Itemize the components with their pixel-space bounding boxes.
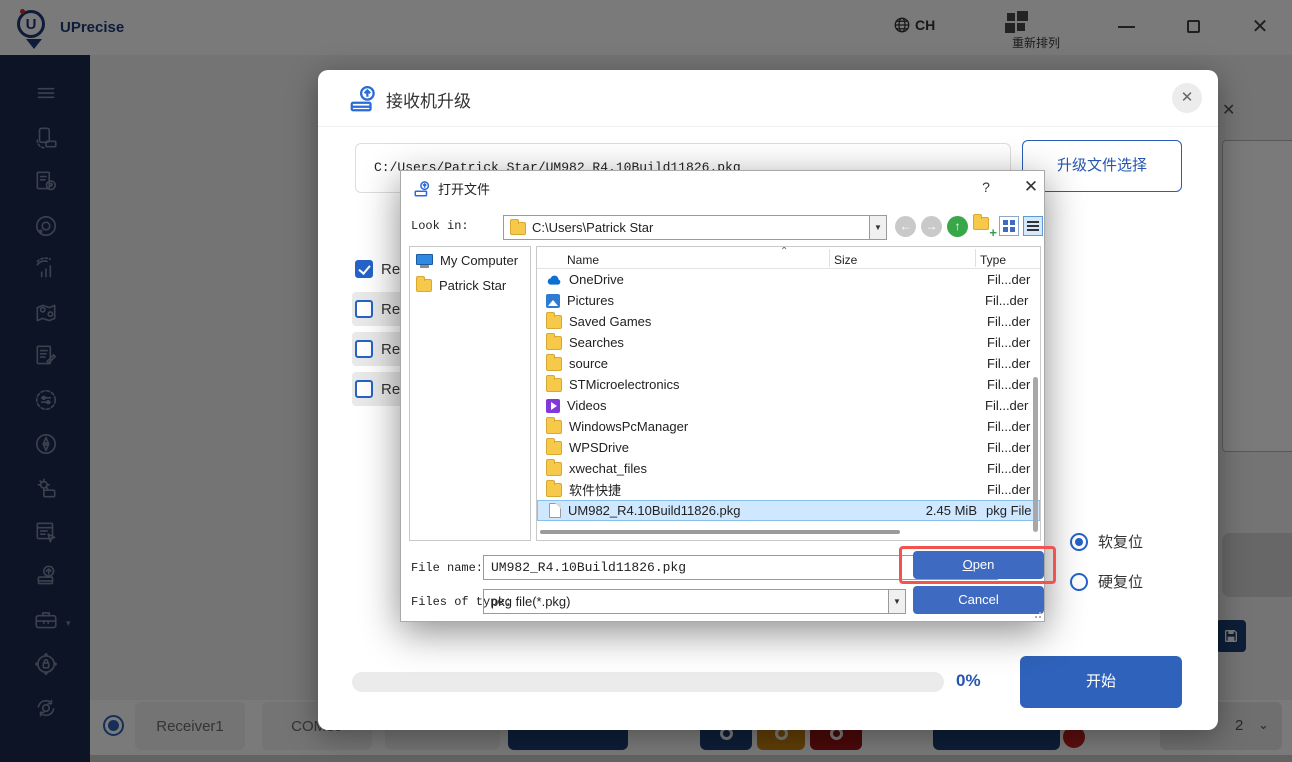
file-list-header[interactable]: Name ⌃ Size Type — [537, 247, 1040, 269]
resize-grip[interactable] — [1033, 610, 1041, 618]
upgrade-icon — [350, 86, 375, 112]
uprecise-window: U UPrecise CH 重新排列 ✕ ▾ ✕ — [0, 0, 1292, 762]
column-divider[interactable] — [829, 249, 830, 267]
checkbox-checked-icon[interactable] — [355, 260, 373, 278]
folder-icon — [546, 353, 562, 371]
videos-icon — [546, 398, 560, 413]
place-user-folder[interactable]: Patrick Star — [410, 272, 530, 297]
forward-button[interactable]: → — [921, 216, 942, 237]
files-of-type-value: pkg file(*.pkg) — [491, 594, 571, 609]
places-panel: My Computer Patrick Star — [409, 246, 531, 541]
file-row[interactable]: WindowsPcManager Fil...der — [537, 416, 1040, 437]
list-view-button[interactable] — [1023, 216, 1043, 236]
file-row[interactable]: Saved Games Fil...der — [537, 311, 1040, 332]
folder-icon — [546, 416, 562, 434]
file-name-label: File name: — [411, 561, 484, 575]
file-row[interactable]: Searches Fil...der — [537, 332, 1040, 353]
horizontal-scrollbar[interactable] — [540, 530, 900, 534]
file-row[interactable]: Pictures Fil...der — [537, 290, 1040, 311]
sort-ascending-icon: ⌃ — [780, 246, 789, 257]
upgrade-progress-bar — [352, 672, 944, 692]
select-upgrade-file-button[interactable]: 升级文件选择 — [1022, 140, 1182, 192]
file-dialog-titlebar[interactable]: 打开文件 ? ✕ — [401, 171, 1044, 205]
file-row[interactable]: source Fil...der — [537, 353, 1040, 374]
progress-percent: 0% — [956, 671, 981, 690]
up-directory-button[interactable]: ↑ — [947, 216, 968, 237]
folder-icon — [546, 332, 562, 350]
file-list: Name ⌃ Size Type OneDrive Fil...der Pictu… — [536, 246, 1041, 541]
file-dialog-close-icon[interactable]: ✕ — [1023, 177, 1039, 197]
file-row[interactable]: xwechat_files Fil...der — [537, 458, 1040, 479]
grid-view-button[interactable] — [999, 216, 1019, 236]
file-row-selected[interactable]: UM982_R4.10Build11826.pkg 2.45 MiB pkg Fil… — [537, 500, 1040, 521]
radio-selected-icon[interactable] — [1070, 532, 1088, 551]
vertical-scrollbar[interactable] — [1033, 377, 1038, 532]
look-in-label: Look in: — [411, 219, 469, 233]
help-button[interactable]: ? — [979, 179, 993, 195]
files-of-type-combobox[interactable]: pkg file(*.pkg) ▼ — [483, 589, 906, 614]
soft-reset-option[interactable]: 软复位 — [1070, 531, 1143, 552]
new-folder-button[interactable]: + — [973, 214, 997, 240]
dialog-title: 接收机升级 — [348, 84, 471, 114]
file-row[interactable]: STMicroelectronics Fil...der — [537, 374, 1040, 395]
place-my-computer[interactable]: My Computer — [410, 247, 530, 272]
column-name[interactable]: Name — [567, 253, 599, 267]
column-type[interactable]: Type — [980, 253, 1006, 267]
onedrive-icon — [546, 273, 562, 287]
column-size[interactable]: Size — [834, 253, 857, 267]
new-folder-icon — [973, 214, 989, 230]
folder-icon — [546, 311, 562, 329]
hard-reset-option[interactable]: 硬复位 — [1070, 571, 1143, 592]
radio-icon[interactable] — [1070, 572, 1088, 591]
checkbox-icon[interactable] — [355, 300, 373, 318]
file-row[interactable]: WPSDrive Fil...der — [537, 437, 1040, 458]
back-button[interactable]: ← — [895, 216, 916, 237]
combo-dropdown-icon[interactable]: ▼ — [869, 216, 886, 239]
combo-dropdown-icon[interactable]: ▼ — [888, 590, 905, 613]
cancel-button[interactable]: Cancel — [913, 586, 1044, 614]
file-row[interactable]: Videos Fil...der — [537, 395, 1040, 416]
folder-icon — [416, 276, 432, 292]
computer-icon — [416, 253, 433, 268]
look-in-value: C:\Users\Patrick Star — [532, 220, 654, 235]
checkbox-icon[interactable] — [355, 380, 373, 398]
folder-icon — [546, 458, 562, 476]
file-row[interactable]: 软件快捷 Fil...der — [537, 479, 1040, 500]
upgrade-icon — [414, 180, 430, 196]
open-annotation-box — [899, 546, 1056, 584]
column-divider[interactable] — [975, 249, 976, 267]
look-in-combobox[interactable]: C:\Users\Patrick Star ▼ — [503, 215, 887, 240]
file-dialog-title: 打开文件 — [413, 179, 490, 198]
folder-icon — [510, 219, 526, 235]
divider — [318, 126, 1218, 127]
pictures-icon — [546, 293, 560, 308]
file-row[interactable]: OneDrive Fil...der — [537, 269, 1040, 290]
start-upgrade-button[interactable]: 开始 — [1020, 656, 1182, 708]
folder-icon — [546, 374, 562, 392]
dialog-close-icon[interactable]: ✕ — [1172, 83, 1202, 113]
folder-icon — [546, 437, 562, 455]
folder-icon — [546, 479, 562, 497]
checkbox-icon[interactable] — [355, 340, 373, 358]
file-icon — [549, 503, 561, 518]
